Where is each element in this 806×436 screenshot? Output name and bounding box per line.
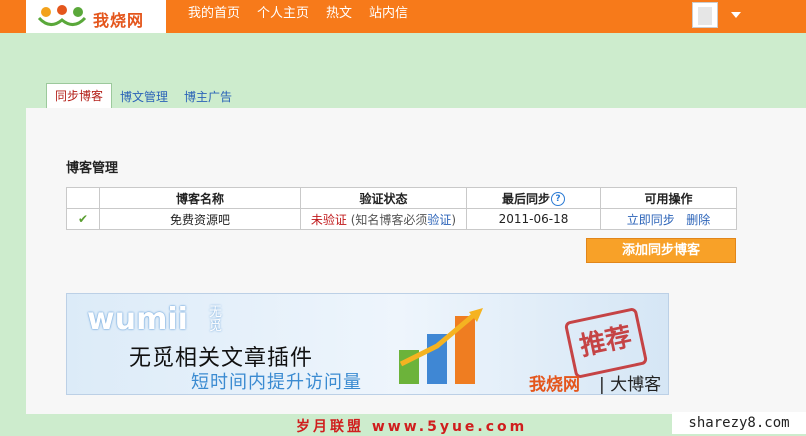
tab-post-management[interactable]: 博文管理 (112, 86, 176, 108)
blog-tabs: 同步博客 博文管理 博主广告 (46, 83, 240, 108)
row-check-cell: ✔ (66, 208, 100, 230)
wumii-ad-banner[interactable]: wumii 无觅 无觅相关文章插件 短时间内提升访问量 推荐 我烧网 | 大博客 (66, 293, 669, 395)
verify-link[interactable]: 验证 (427, 213, 451, 227)
site-logo[interactable]: 我烧网 (26, 0, 166, 33)
last-sync-cell: 2011-06-18 (466, 208, 601, 230)
add-sync-blog-button[interactable]: 添加同步博客 (586, 238, 736, 263)
check-icon: ✔ (77, 212, 89, 226)
header-last-sync-label: 最后同步 (501, 191, 550, 206)
help-icon[interactable]: ? (551, 192, 565, 206)
user-menu-chevron-down-icon[interactable] (731, 12, 741, 18)
banner-site-brand: 我烧网 (529, 375, 580, 395)
tab-blogger-ads[interactable]: 博主广告 (176, 86, 240, 108)
header-select (66, 187, 100, 209)
nav-personal-page[interactable]: 个人主页 (257, 0, 309, 33)
status-hint-close: ) (451, 212, 457, 227)
section-title: 博客管理 (66, 161, 119, 176)
nav-my-home[interactable]: 我的首页 (188, 0, 240, 33)
tab-sync-blog[interactable]: 同步博客 (46, 83, 113, 108)
table-header-row: 博客名称 验证状态 最后同步? 可用操作 (66, 187, 737, 209)
nav-messages[interactable]: 站内信 (369, 0, 408, 33)
blog-table: 博客名称 验证状态 最后同步? 可用操作 ✔ 免费资源吧 未验证 (知名博客必须… (66, 187, 737, 230)
user-avatar[interactable] (692, 2, 718, 28)
banner-subtitle: 短时间内提升访问量 (191, 372, 362, 393)
blog-name-cell: 免费资源吧 (99, 208, 301, 230)
header-last-sync: 最后同步? (466, 187, 601, 209)
status-hint: (知名博客必须 (346, 212, 428, 227)
main-nav: 我的首页 个人主页 热文 站内信 (188, 0, 425, 33)
logo-mark-icon (37, 5, 87, 26)
banner-brand-cn: 无觅 (209, 305, 223, 334)
growth-chart-icon (399, 308, 483, 384)
banner-brand: wumii (87, 302, 188, 337)
status-unverified: 未验证 (310, 212, 347, 227)
verify-status-cell: 未验证 (知名博客必须验证) (300, 208, 467, 230)
header-actions: 可用操作 (600, 187, 737, 209)
header-verify-status: 验证状态 (300, 187, 467, 209)
delete-link[interactable]: 删除 (686, 213, 710, 227)
site-watermark: sharezy8.com (672, 412, 806, 434)
nav-hot-articles[interactable]: 热文 (326, 0, 352, 33)
table-row: ✔ 免费资源吧 未验证 (知名博客必须验证) 2011-06-18 立即同步 删… (66, 208, 737, 230)
footer-watermark: 岁月联盟 www.5yue.com (296, 419, 528, 435)
logo-text: 我烧网 (93, 11, 145, 30)
sync-now-link[interactable]: 立即同步 (627, 213, 675, 227)
avatar-placeholder-icon (698, 7, 712, 25)
top-navbar: 我烧网 我的首页 个人主页 热文 站内信 (0, 0, 806, 33)
header-blog-name: 博客名称 (99, 187, 301, 209)
actions-cell: 立即同步 删除 (600, 208, 737, 230)
banner-site-suffix: | 大博客 (599, 375, 662, 395)
